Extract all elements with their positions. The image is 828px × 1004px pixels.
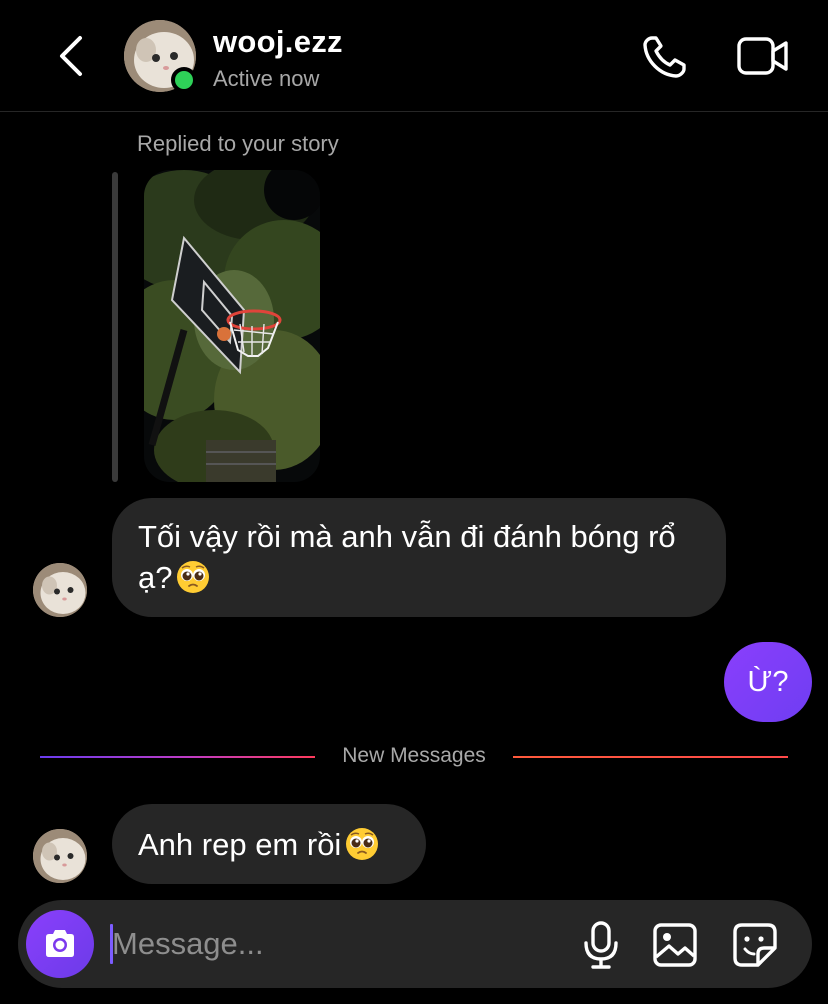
replied-to-story-label: Replied to your story: [137, 131, 339, 156]
online-status-dot: [171, 67, 197, 93]
camera-icon: [46, 930, 74, 957]
voice-call-button[interactable]: [640, 33, 690, 81]
message-text: Tối vậy rồi mà anh vẫn đi đánh bóng rổ ạ…: [138, 519, 676, 595]
chat-username[interactable]: wooj.ezz: [213, 24, 343, 60]
divider-line-right: [513, 756, 788, 758]
incoming-message-bubble[interactable]: Anh rep em rồi: [112, 804, 426, 884]
cat-avatar-image: [33, 563, 87, 617]
divider-line-left: [40, 756, 315, 758]
voice-message-button[interactable]: [582, 920, 620, 970]
pleading-face-icon: [346, 828, 379, 860]
video-camera-icon: [737, 37, 788, 75]
pleading-face-icon: [177, 561, 210, 593]
story-thumbnail[interactable]: [144, 170, 320, 482]
message-input[interactable]: [112, 918, 552, 970]
camera-button[interactable]: [26, 910, 94, 978]
back-button[interactable]: [54, 34, 90, 78]
message-text-wrap: Anh rep em rồi: [138, 824, 379, 865]
image-icon: [653, 923, 697, 967]
reply-indicator-bar: [112, 172, 118, 482]
sender-avatar[interactable]: [33, 563, 87, 617]
incoming-message-bubble[interactable]: Tối vậy rồi mà anh vẫn đi đánh bóng rổ ạ…: [112, 498, 726, 617]
cat-avatar-image: [33, 829, 87, 883]
chevron-left-icon: [60, 36, 82, 76]
outgoing-message-bubble[interactable]: Ừ?: [724, 642, 812, 722]
video-call-button[interactable]: [736, 34, 790, 78]
message-text-wrap: Tối vậy rồi mà anh vẫn đi đánh bóng rổ ạ…: [138, 516, 718, 598]
message-composer: [18, 900, 812, 988]
phone-icon: [643, 36, 686, 78]
sender-avatar[interactable]: [33, 829, 87, 883]
active-status: Active now: [213, 66, 320, 91]
chat-header: wooj.ezz Active now: [0, 0, 828, 112]
message-text: Anh rep em rồi: [138, 827, 342, 862]
basketball-hoop-image: [144, 170, 320, 482]
gallery-button[interactable]: [652, 922, 698, 968]
sticker-icon: [733, 923, 777, 967]
chat-screen: wooj.ezz Active now Replied to your stor…: [0, 0, 828, 1004]
sticker-button[interactable]: [732, 922, 778, 968]
microphone-icon: [584, 921, 618, 969]
new-messages-label: New Messages: [342, 744, 486, 767]
